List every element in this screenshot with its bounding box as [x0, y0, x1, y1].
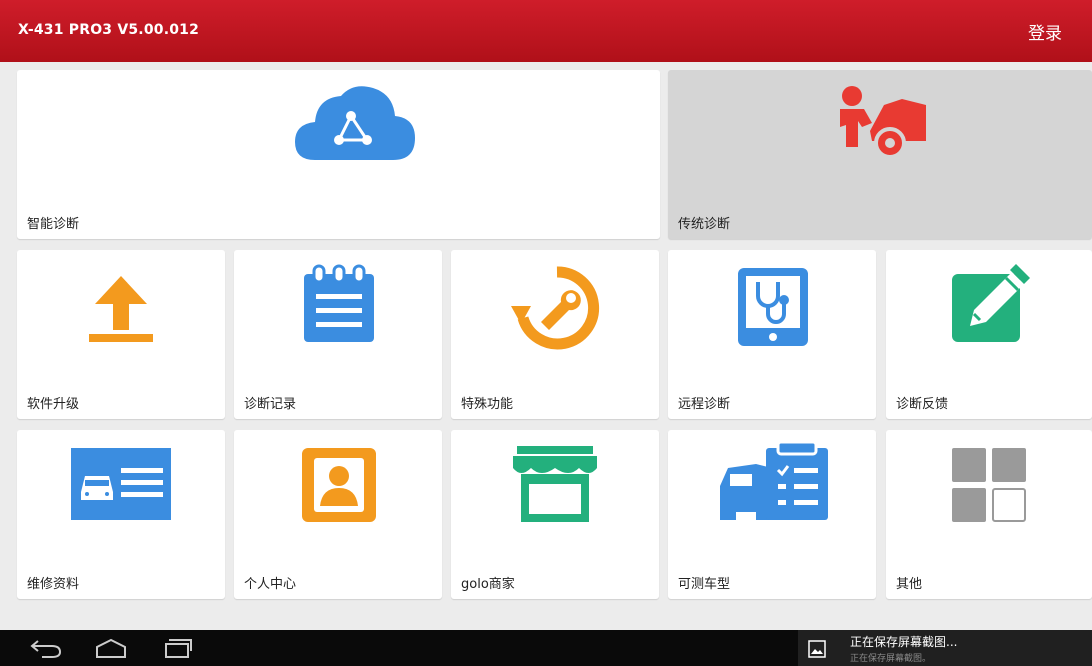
tile-special-functions[interactable]: 特殊功能 — [451, 250, 659, 419]
tile-label: 个人中心 — [244, 577, 297, 592]
tile-label: 诊断记录 — [244, 397, 297, 412]
image-icon — [808, 640, 826, 658]
notepad-icon — [304, 264, 374, 342]
tile-label: 远程诊断 — [678, 397, 731, 412]
cloud-diagnosis-icon — [295, 86, 415, 160]
tile-software-upgrade[interactable]: 软件升级 — [17, 250, 225, 419]
screenshot-notification[interactable]: 正在保存屏幕截图... 正在保存屏幕截图。 — [798, 630, 1092, 666]
tile-traditional-diagnosis[interactable]: 传统诊断 — [668, 70, 1092, 239]
tile-label: golo商家 — [461, 577, 515, 592]
tile-label: 诊断反馈 — [896, 397, 949, 412]
tile-label: 特殊功能 — [461, 397, 514, 412]
mechanic-car-icon — [840, 86, 926, 159]
tile-repair-data[interactable]: 维修资料 — [17, 430, 225, 599]
tile-remote-diagnosis[interactable]: 远程诊断 — [668, 250, 876, 419]
tile-supported-vehicles[interactable]: 可测车型 — [668, 430, 876, 599]
tile-label: 维修资料 — [27, 577, 80, 592]
car-document-icon — [71, 448, 171, 520]
storefront-icon — [513, 446, 597, 522]
tile-diagnosis-feedback[interactable]: 诊断反馈 — [886, 250, 1092, 419]
tile-others[interactable]: 其他 — [886, 430, 1092, 599]
home-icon[interactable] — [94, 637, 128, 659]
notification-title: 正在保存屏幕截图... — [850, 635, 958, 649]
user-profile-icon — [302, 448, 376, 522]
pencil-edit-icon — [952, 264, 1030, 342]
login-button[interactable]: 登录 — [1028, 19, 1062, 44]
tile-personal-center[interactable]: 个人中心 — [234, 430, 442, 599]
wrench-reset-icon — [511, 266, 600, 350]
tile-label: 其他 — [896, 577, 923, 592]
grid-apps-icon — [952, 448, 1026, 522]
tile-smart-diagnosis[interactable]: 智能诊断 — [17, 70, 660, 239]
tile-golo-merchant[interactable]: golo商家 — [451, 430, 659, 599]
app-header: X-431 PRO3 V5.00.012 登录 — [0, 0, 1092, 62]
notification-subtitle: 正在保存屏幕截图。 — [850, 654, 932, 664]
stethoscope-tablet-icon — [738, 268, 808, 346]
back-icon[interactable] — [28, 637, 62, 659]
tile-label: 传统诊断 — [678, 217, 731, 232]
app-title: X-431 PRO3 V5.00.012 — [18, 22, 200, 38]
tile-diagnosis-records[interactable]: 诊断记录 — [234, 250, 442, 419]
tile-label: 可测车型 — [678, 577, 731, 592]
tile-label: 智能诊断 — [27, 217, 80, 232]
tile-label: 软件升级 — [27, 397, 80, 412]
car-checklist-icon — [720, 440, 828, 520]
upload-arrow-icon — [89, 276, 153, 342]
recent-apps-icon[interactable] — [160, 637, 194, 659]
